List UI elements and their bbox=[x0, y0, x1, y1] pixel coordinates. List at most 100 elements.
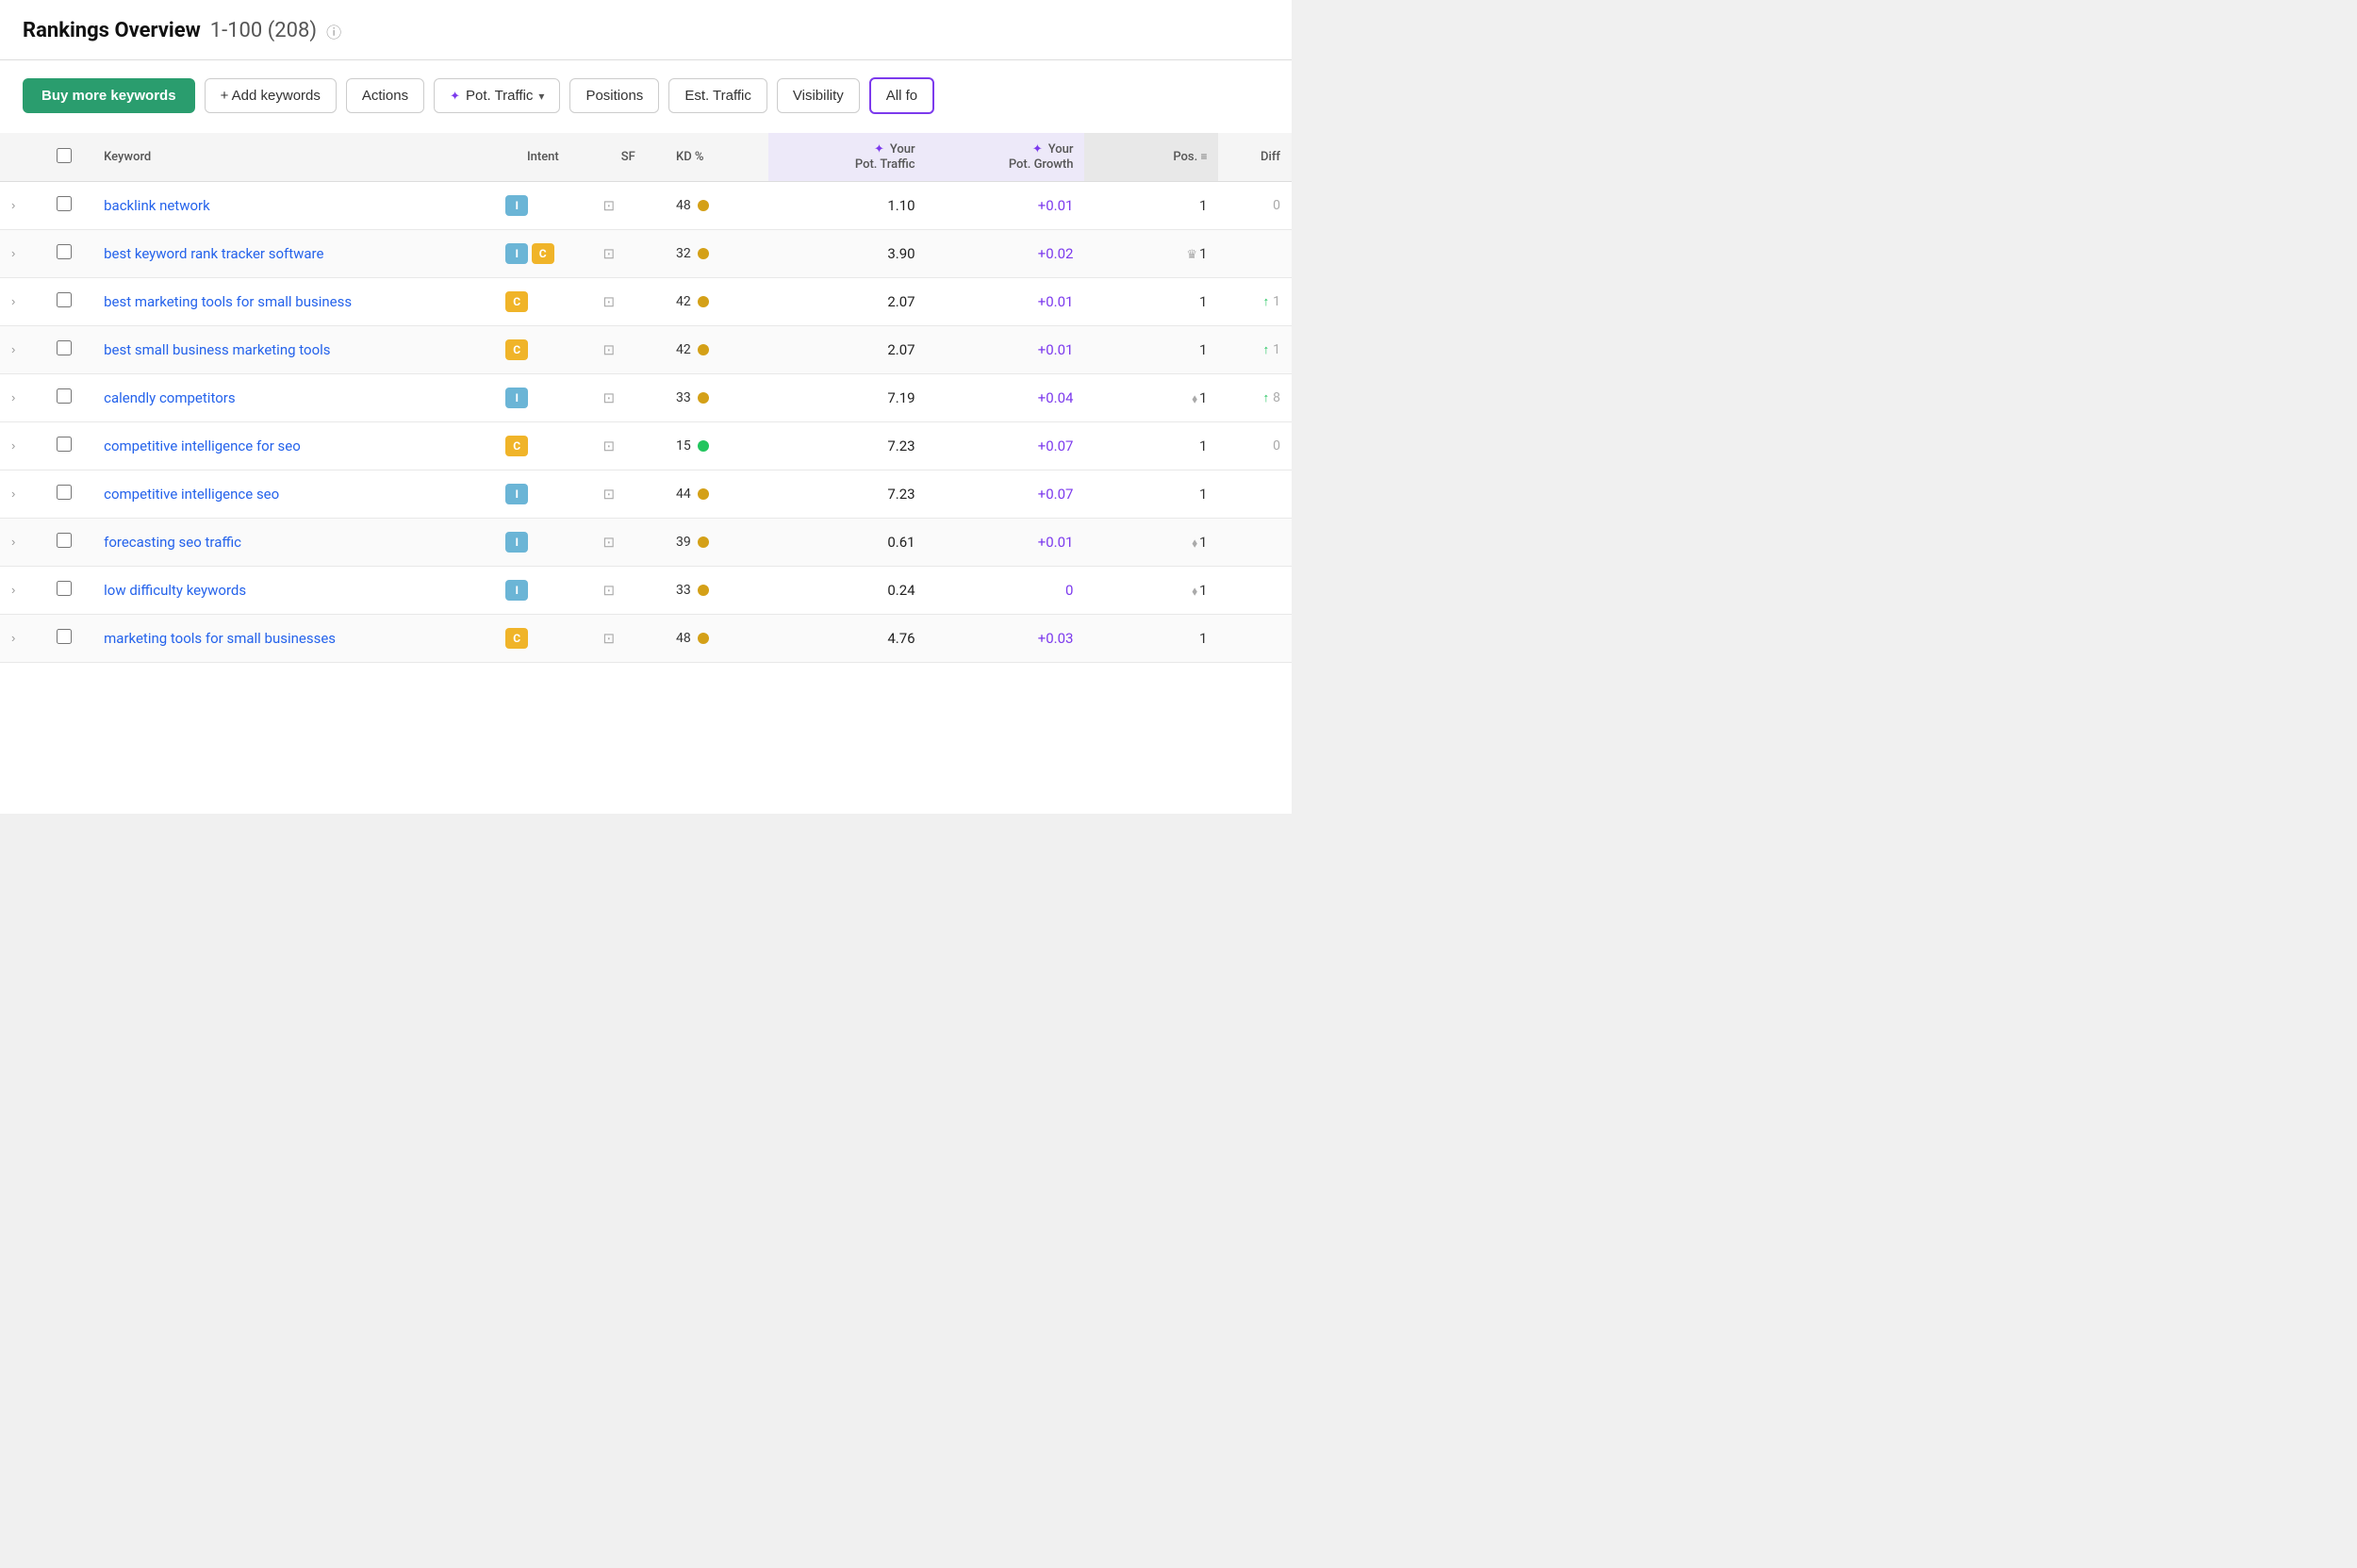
pos-cell: 1 bbox=[1084, 326, 1218, 374]
row-checkbox[interactable] bbox=[57, 340, 72, 355]
row-checkbox[interactable] bbox=[57, 244, 72, 259]
diff-cell bbox=[1218, 519, 1292, 567]
buy-keywords-button[interactable]: Buy more keywords bbox=[23, 78, 195, 113]
pot-growth-cell: 0 bbox=[927, 567, 1085, 615]
pot-traffic-cell: 4.76 bbox=[768, 615, 927, 663]
pot-traffic-button[interactable]: ✦ Pot. Traffic ▾ bbox=[434, 78, 560, 113]
keyword-cell: best marketing tools for small business bbox=[92, 278, 494, 326]
page-title: Rankings Overview bbox=[23, 19, 201, 42]
expand-button[interactable]: › bbox=[11, 294, 15, 308]
expand-button[interactable]: › bbox=[11, 198, 15, 212]
pot-traffic-value: 0.61 bbox=[887, 534, 915, 551]
pot-growth-cell: +0.07 bbox=[927, 422, 1085, 470]
expand-button[interactable]: › bbox=[11, 631, 15, 645]
row-checkbox[interactable] bbox=[57, 437, 72, 452]
pos-value: 1 bbox=[1199, 341, 1207, 358]
intent-badge: I bbox=[505, 195, 528, 216]
kd-cell: 44 bbox=[665, 470, 768, 519]
keyword-link[interactable]: backlink network bbox=[104, 197, 210, 214]
th-intent: Intent bbox=[494, 133, 591, 182]
keyword-link[interactable]: low difficulty keywords bbox=[104, 582, 246, 599]
pot-growth-cell: +0.02 bbox=[927, 230, 1085, 278]
keyword-link[interactable]: marketing tools for small businesses bbox=[104, 630, 336, 647]
expand-cell: › bbox=[0, 470, 37, 519]
sf-icon: ⊡ bbox=[603, 486, 616, 503]
add-keywords-button[interactable]: + Add keywords bbox=[205, 78, 337, 113]
pos-cell: 1 bbox=[1084, 422, 1218, 470]
keyword-cell: calendly competitors bbox=[92, 374, 494, 422]
toolbar: Buy more keywords + Add keywords Actions… bbox=[0, 77, 1292, 133]
table-header-row: Keyword Intent SF KD % ✦ bbox=[0, 133, 1292, 182]
expand-button[interactable]: › bbox=[11, 438, 15, 453]
pot-growth-value: +0.01 bbox=[1038, 293, 1074, 310]
sf-icon: ⊡ bbox=[603, 437, 616, 454]
keyword-link[interactable]: calendly competitors bbox=[104, 389, 235, 406]
diff-value: 0 bbox=[1273, 438, 1280, 454]
checkbox-cell bbox=[37, 326, 92, 374]
table-row: › best keyword rank tracker software I C… bbox=[0, 230, 1292, 278]
keyword-link[interactable]: best marketing tools for small business bbox=[104, 293, 352, 310]
th-expand bbox=[0, 133, 37, 182]
sort-icon[interactable]: ≡ bbox=[1200, 150, 1207, 163]
rankings-table: Keyword Intent SF KD % ✦ bbox=[0, 133, 1292, 663]
intent-cell: C bbox=[494, 422, 591, 470]
checkbox-cell bbox=[37, 374, 92, 422]
pot-growth-cell: +0.04 bbox=[927, 374, 1085, 422]
arrow-up-icon: ↑ bbox=[1263, 391, 1270, 405]
expand-cell: › bbox=[0, 422, 37, 470]
intent-badge: C bbox=[505, 291, 528, 312]
intent-badge: C bbox=[505, 436, 528, 456]
diamond-icon: ⬧ bbox=[1192, 392, 1197, 406]
checkbox-cell bbox=[37, 470, 92, 519]
pot-growth-value: 0 bbox=[1065, 582, 1073, 599]
row-checkbox[interactable] bbox=[57, 533, 72, 548]
row-checkbox[interactable] bbox=[57, 388, 72, 404]
intent-badge-2: C bbox=[532, 243, 554, 264]
keyword-link[interactable]: best small business marketing tools bbox=[104, 341, 330, 358]
sf-icon: ⊡ bbox=[603, 245, 616, 262]
kd-dot bbox=[698, 536, 709, 548]
sf-icon: ⊡ bbox=[603, 293, 616, 310]
positions-tab[interactable]: Positions bbox=[569, 78, 659, 113]
pot-traffic-cell: 1.10 bbox=[768, 182, 927, 230]
expand-button[interactable]: › bbox=[11, 342, 15, 356]
kd-cell: 15 bbox=[665, 422, 768, 470]
arrow-up-icon: ↑ bbox=[1263, 343, 1270, 357]
expand-button[interactable]: › bbox=[11, 487, 15, 501]
kd-dot bbox=[698, 633, 709, 644]
actions-button[interactable]: Actions bbox=[346, 78, 424, 113]
expand-button[interactable]: › bbox=[11, 246, 15, 260]
kd-dot bbox=[698, 200, 709, 211]
all-for-tab[interactable]: All fo bbox=[869, 77, 934, 114]
row-checkbox[interactable] bbox=[57, 485, 72, 500]
row-checkbox[interactable] bbox=[57, 581, 72, 596]
kd-cell: 33 bbox=[665, 374, 768, 422]
expand-button[interactable]: › bbox=[11, 390, 15, 404]
keyword-link[interactable]: best keyword rank tracker software bbox=[104, 245, 323, 262]
info-icon[interactable]: ⓘ bbox=[326, 20, 341, 42]
keyword-link[interactable]: forecasting seo traffic bbox=[104, 534, 241, 551]
select-all-checkbox[interactable] bbox=[57, 148, 72, 163]
sf-cell: ⊡ bbox=[592, 615, 665, 663]
diff-cell: 0 bbox=[1218, 422, 1292, 470]
visibility-tab[interactable]: Visibility bbox=[777, 78, 860, 113]
kd-dot bbox=[698, 488, 709, 500]
sf-cell: ⊡ bbox=[592, 470, 665, 519]
kd-cell: 48 bbox=[665, 615, 768, 663]
keyword-link[interactable]: competitive intelligence for seo bbox=[104, 437, 301, 454]
row-checkbox[interactable] bbox=[57, 629, 72, 644]
crown-icon: ♛ bbox=[1186, 248, 1197, 262]
keyword-cell: forecasting seo traffic bbox=[92, 519, 494, 567]
expand-button[interactable]: › bbox=[11, 535, 15, 549]
sparkle-pot-traffic-icon: ✦ bbox=[874, 142, 884, 157]
intent-cell: I bbox=[494, 470, 591, 519]
row-checkbox[interactable] bbox=[57, 196, 72, 211]
est-traffic-tab[interactable]: Est. Traffic bbox=[668, 78, 767, 113]
row-checkbox[interactable] bbox=[57, 292, 72, 307]
table-row: › backlink network I ⊡ 48 1.10 +0.01 1 0 bbox=[0, 182, 1292, 230]
pot-growth-cell: +0.03 bbox=[927, 615, 1085, 663]
diff-cell bbox=[1218, 567, 1292, 615]
intent-badge: I bbox=[505, 388, 528, 408]
expand-button[interactable]: › bbox=[11, 583, 15, 597]
keyword-link[interactable]: competitive intelligence seo bbox=[104, 486, 279, 503]
